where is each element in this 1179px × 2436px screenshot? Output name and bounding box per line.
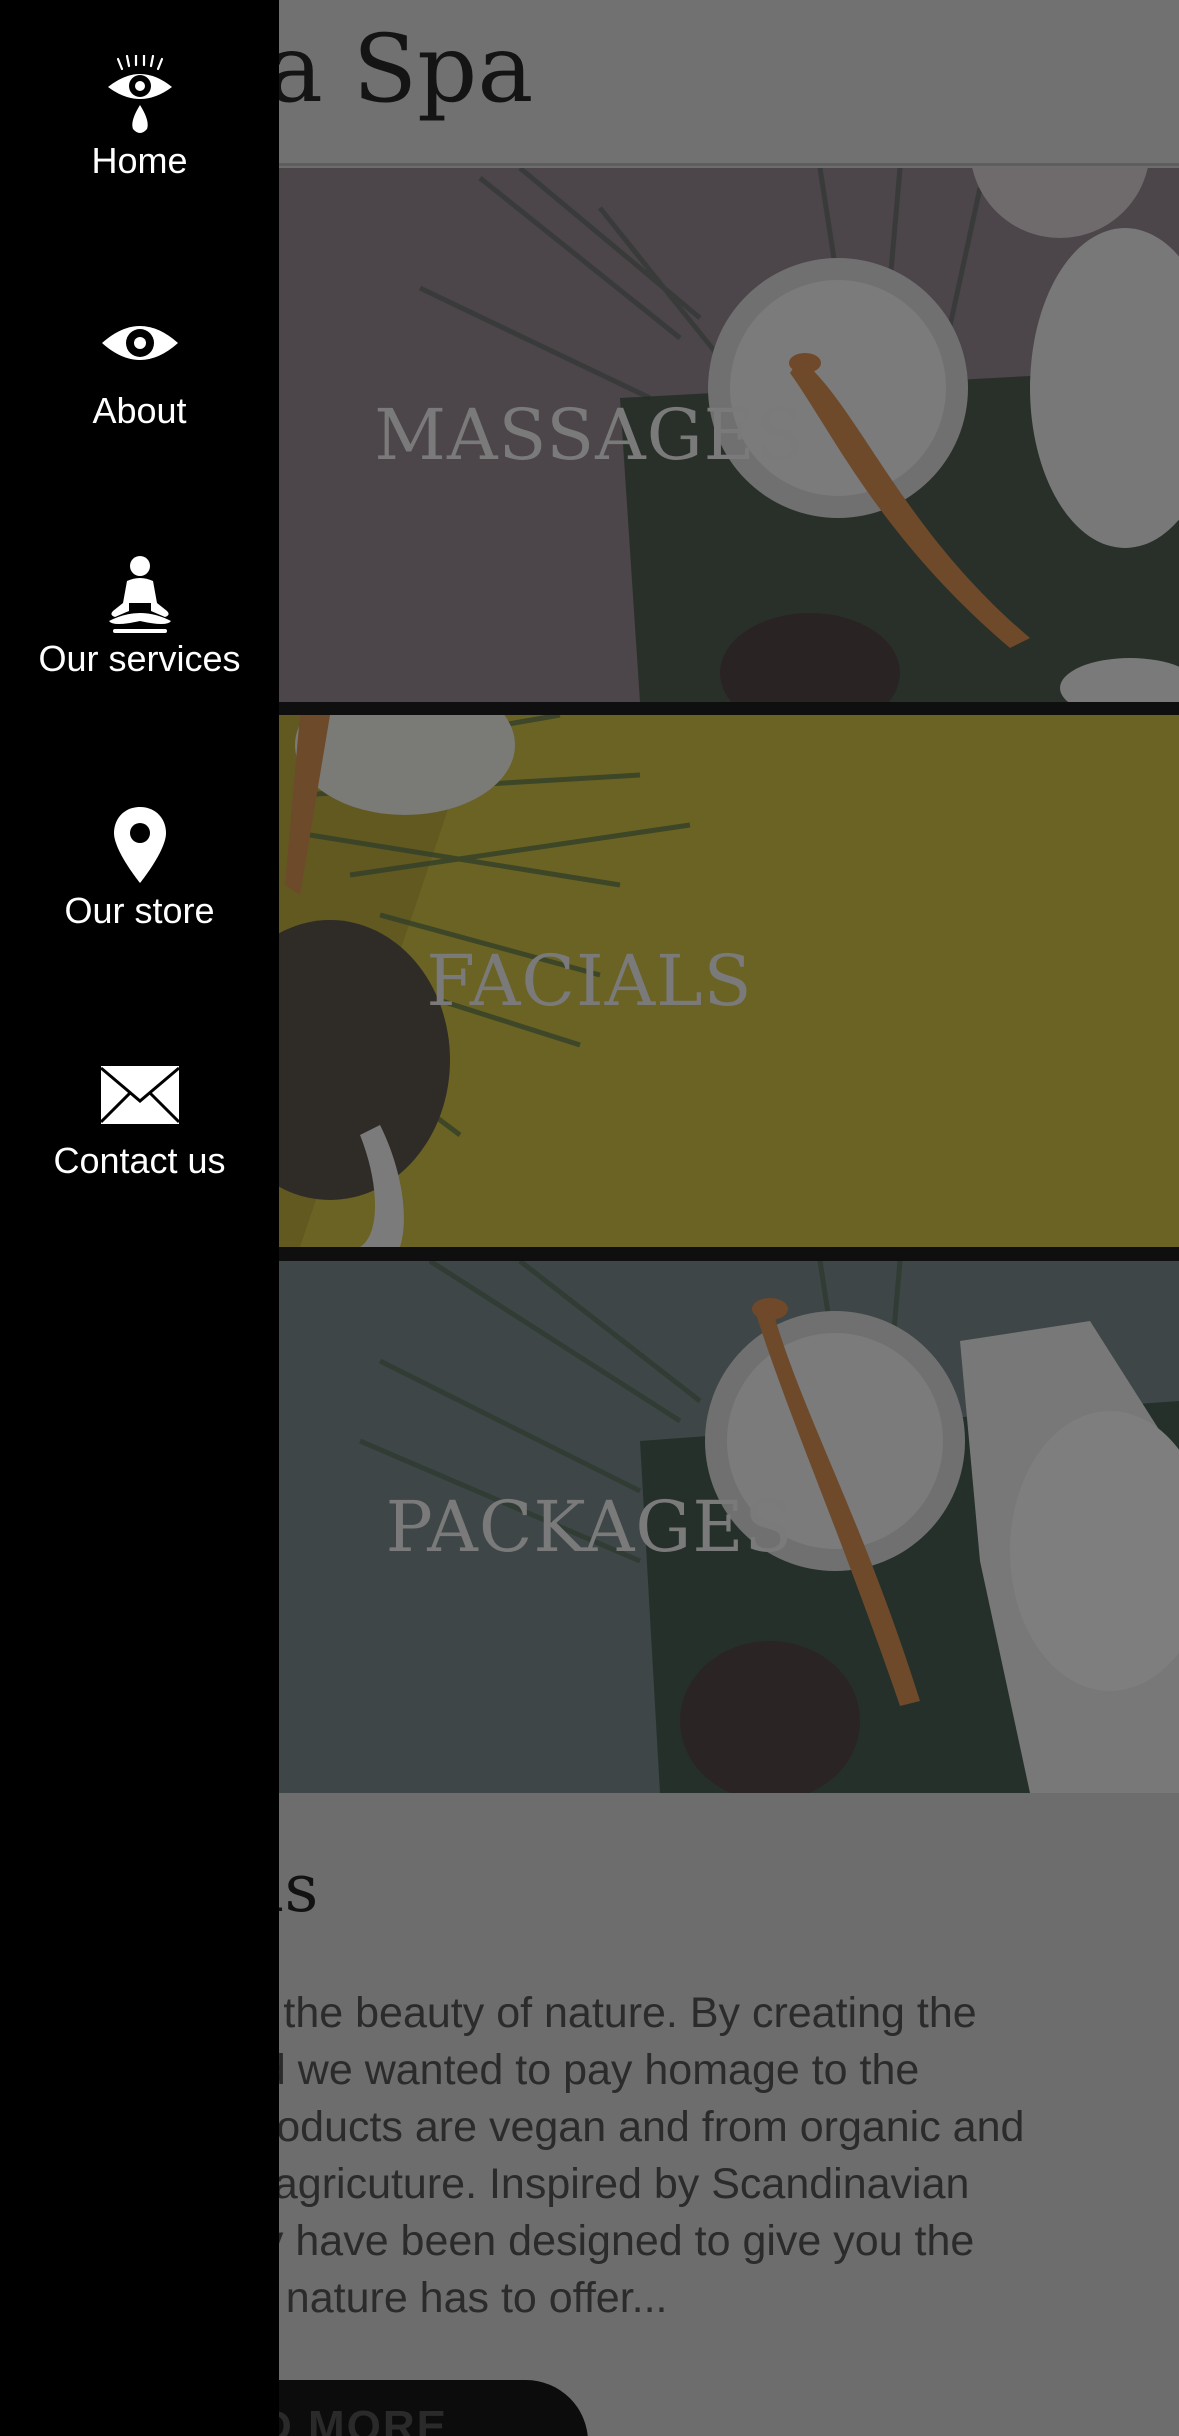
about-line: at nature has to offer... — [238, 2274, 668, 2322]
drawer-item-label: Our services — [38, 638, 241, 679]
location-pin-icon — [0, 805, 279, 885]
page: eija Spa MASSAGES FACIALS PACKAGES us in… — [0, 0, 1179, 2436]
drawer-item-label: Contact us — [53, 1140, 226, 1181]
eye-icon — [0, 315, 279, 371]
drawer-item-label: Home — [91, 140, 188, 181]
drawer-item-our-services[interactable]: Our services — [0, 555, 279, 755]
drawer-item-home[interactable]: Home — [0, 55, 279, 255]
about-paragraph: in the beauty of nature. By creating the… — [238, 1985, 1158, 2327]
about-line: nd we wanted to pay homage to the — [238, 2046, 920, 2094]
meditation-icon — [0, 555, 279, 635]
side-drawer: Home About Our services Our store Contac… — [0, 0, 279, 2436]
about-line: e agricuture. Inspired by Scandinavian — [238, 2160, 970, 2208]
eye-tear-icon — [0, 55, 279, 143]
drawer-item-label: Our store — [64, 890, 215, 931]
about-line: products are vegan and from organic and — [238, 2103, 1025, 2151]
about-line: in the beauty of nature. By creating the — [238, 1989, 977, 2037]
drawer-item-about[interactable]: About — [0, 315, 279, 515]
about-line: ey have been designed to give you the — [238, 2217, 975, 2265]
drawer-item-our-store[interactable]: Our store — [0, 805, 279, 1005]
envelope-icon — [0, 1065, 279, 1125]
drawer-item-label: About — [92, 390, 187, 431]
drawer-item-contact-us[interactable]: Contact us — [0, 1065, 279, 1265]
